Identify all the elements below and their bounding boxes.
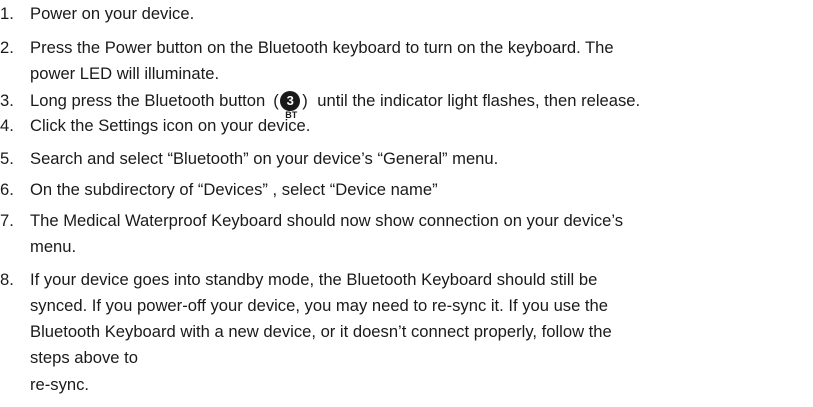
step-4: 4. Click the Settings icon on your device… <box>0 116 310 136</box>
step-number: 8. <box>0 270 14 289</box>
step-3: 3. Long press the Bluetooth button (3 BT) un… <box>0 91 641 120</box>
step-8-continuation: re-sync. <box>30 375 90 394</box>
step-6: 6. On the subdirectory of “Devices” , sel… <box>0 180 438 200</box>
step-8-continuation: steps above to <box>30 348 138 367</box>
step-text-tail: until the indicator light flashes, then … <box>317 91 641 110</box>
step-number: 4. <box>0 116 14 135</box>
step-text: Search and select “Bluetooth” on your de… <box>30 149 499 168</box>
step-text: If your device goes into standby mode, t… <box>30 270 598 289</box>
step-text: Long press the Bluetooth button <box>30 91 266 110</box>
step-number: 6. <box>0 180 14 199</box>
step-7-continuation: menu. <box>30 237 77 256</box>
paren-right: ) <box>302 91 308 110</box>
step-number: 2. <box>0 38 14 57</box>
step-number: 3. <box>0 91 14 110</box>
instruction-document: 1. Power on your device. 2. Press the Powe… <box>0 0 813 407</box>
step-text: Click the Settings icon on your device. <box>30 116 311 135</box>
step-text: On the subdirectory of “Devices” , selec… <box>30 180 438 199</box>
step-2-continuation: power LED will illuminate. <box>30 64 220 83</box>
step-8-continuation: synced. If you power-off your device, yo… <box>30 296 609 315</box>
step-number: 1. <box>0 4 14 23</box>
bt-badge-digit: 3 <box>286 93 294 108</box>
step-8: 8. If your device goes into standby mode,… <box>0 270 597 290</box>
step-number: 7. <box>0 211 14 230</box>
bluetooth-button-icon: (3 BT) <box>273 91 308 120</box>
step-text: Power on your device. <box>30 4 195 23</box>
step-2: 2. Press the Power button on the Bluetoot… <box>0 38 614 58</box>
step-text: The Medical Waterproof Keyboard should n… <box>30 211 624 230</box>
step-8-continuation: Bluetooth Keyboard with a new device, or… <box>30 322 612 341</box>
paren-left: ( <box>273 91 279 110</box>
step-text: Press the Power button on the Bluetooth … <box>30 38 614 57</box>
step-1: 1. Power on your device. <box>0 4 194 24</box>
step-5: 5. Search and select “Bluetooth” on your … <box>0 149 498 169</box>
step-7: 7. The Medical Waterproof Keyboard should… <box>0 211 623 231</box>
step-number: 5. <box>0 149 14 168</box>
bt-number-badge: 3 <box>280 91 301 111</box>
